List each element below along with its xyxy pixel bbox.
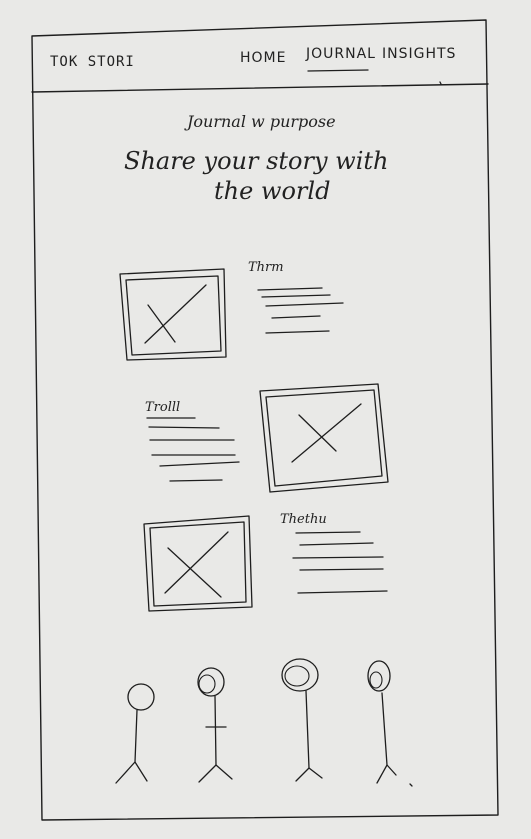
person-icon-1 [115, 683, 155, 784]
person-icon-3 [281, 658, 323, 782]
hero-headline-line2: the world [214, 177, 331, 205]
logo[interactable]: TOK STORI [50, 54, 135, 70]
card-1-image-icon[interactable] [119, 268, 227, 361]
hero-eyebrow: Journal w purpose [187, 112, 336, 131]
card-3-label: Thethu [280, 512, 327, 527]
nav-active-underline [307, 69, 369, 72]
card-2-text-lines [146, 417, 240, 482]
page-frame [31, 19, 499, 821]
nav-insights[interactable]: INSIGHTS [382, 46, 456, 62]
card-3-text-lines [292, 531, 388, 594]
card-1-label: Thrm [248, 260, 284, 275]
hero-headline-line1: Share your story with [124, 147, 389, 175]
card-2-label: Trolll [145, 400, 181, 415]
person-icon-4 [367, 660, 413, 787]
person-icon-2 [197, 667, 233, 783]
nav-journal[interactable]: JOURNAL [306, 46, 376, 62]
card-3-image-icon[interactable] [143, 515, 253, 612]
nav-home[interactable]: HOME [240, 50, 286, 66]
wireframe-sheet: TOK STORI HOME JOURNAL INSIGHTS Journal … [0, 0, 531, 839]
card-2-image-icon[interactable] [259, 383, 389, 493]
card-1-text-lines [257, 287, 344, 334]
